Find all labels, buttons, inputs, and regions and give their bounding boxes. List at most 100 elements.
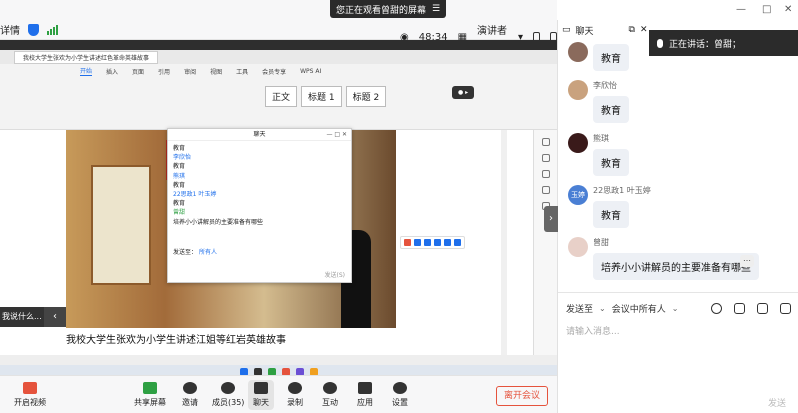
send-to-select[interactable]: 会议中所有人 — [612, 302, 666, 315]
style-heading2: 标题 2 — [345, 86, 387, 107]
shared-chat-line: 熊琪 — [173, 172, 186, 180]
shared-chat-send-to-label: 发送至： — [173, 249, 198, 256]
interact-icon — [323, 382, 337, 394]
sender-name: 熊琪 — [593, 134, 609, 143]
shared-chat-line: 教育 — [173, 200, 186, 208]
shared-chat-line: 教育 — [173, 181, 186, 189]
close-window-icon[interactable]: ✕ — [784, 4, 792, 15]
shared-chat-send-button: 发送(S) — [324, 272, 346, 279]
ribbon-tab: WPS AI — [300, 67, 322, 75]
meeting-title[interactable]: 详情 — [0, 22, 20, 37]
share-screen-button[interactable]: 共享屏幕 — [134, 382, 166, 408]
interact-button[interactable]: 互动 — [322, 382, 338, 408]
apps-label: 应用 — [357, 398, 373, 407]
shared-chat-window-controls: — □ ✕ — [326, 131, 347, 138]
minimize-icon[interactable]: — — [736, 4, 746, 15]
divider — [558, 292, 798, 293]
style-normal: 正文 — [265, 86, 298, 107]
chat-icon — [254, 382, 268, 394]
members-label: 成员(35) — [212, 398, 245, 407]
speaking-indicator: 正在讲话：曾甜； — [649, 30, 798, 56]
settings-button[interactable]: 设置 — [392, 382, 408, 408]
invite-icon — [183, 382, 197, 394]
avatar — [568, 80, 588, 100]
send-button[interactable]: 发送 — [768, 396, 786, 409]
message-input[interactable]: 请输入消息... — [566, 324, 620, 337]
mic-icon — [657, 38, 663, 48]
menu-icon[interactable]: ☰ — [432, 4, 440, 14]
shield-icon[interactable] — [28, 23, 39, 36]
members-button[interactable]: 成员(35) — [212, 382, 244, 408]
file-icon[interactable] — [757, 302, 768, 314]
popout-icon[interactable]: ⧉ — [629, 25, 635, 35]
meeting-window: 您正在观看曾甜的屏幕 ☰ 详情 ◉ 48:34 ▦ 演讲者视图 ▾ 我校大学生张… — [0, 0, 798, 413]
message-more-button[interactable]: … — [740, 255, 754, 267]
style-heading1: 标题 1 — [301, 86, 342, 107]
document-tabs: 我校大学生张欢为小学生讲述红色革命英雄故事 — [0, 50, 557, 64]
apps-button[interactable]: 应用 — [357, 382, 373, 408]
chat-collapse-button[interactable]: › — [544, 206, 558, 232]
close-icon[interactable]: ✕ — [640, 25, 648, 35]
camera-off-icon — [23, 382, 37, 394]
chat-header: ▭ 聊天 ⧉ ✕ — [558, 20, 658, 40]
share-screen-icon — [143, 382, 157, 394]
chevron-down-icon[interactable]: ⌄ — [672, 304, 679, 313]
screenshot-icon[interactable] — [780, 302, 791, 314]
subtitle-collapse-button[interactable]: ‹ — [44, 307, 66, 327]
shared-screen: 我校大学生张欢为小学生讲述红色革命英雄故事 开始 插入 页面 引用 审阅 视图 … — [0, 40, 557, 379]
toolbar-icon — [434, 239, 441, 246]
shared-chat-line: 李欣怡 — [173, 154, 192, 162]
chat-icon: ▭ — [562, 25, 571, 35]
shared-chat-line: 22思政1 叶玉婷 — [173, 191, 217, 199]
maximize-icon[interactable]: □ — [762, 4, 771, 15]
signal-icon[interactable] — [47, 24, 58, 35]
shared-chat-line: 教育 — [173, 163, 186, 171]
message-bubble: 教育 — [593, 44, 629, 71]
chat-title: 聊天 — [575, 26, 594, 37]
document-scrollbar — [501, 130, 507, 365]
apps-icon — [358, 382, 372, 394]
video-button-label: 开启视频 — [14, 398, 46, 407]
interact-label: 互动 — [322, 398, 338, 407]
record-button[interactable]: 录制 — [287, 382, 303, 408]
poster-image — [91, 165, 151, 285]
toolbar-icon — [424, 239, 431, 246]
rail-icon — [541, 154, 550, 162]
ribbon-tab: 工具 — [236, 68, 249, 76]
photo-caption: 我校大学生张欢为小学生讲述江姐等红岩英雄故事 — [66, 335, 286, 346]
shared-chat-messages: 教育 李欣怡 教育 熊琪 教育 22思政1 叶玉婷 教育 曾甜 培养小小讲解员的… — [168, 141, 351, 230]
video-button[interactable]: 开启视频 — [14, 382, 46, 408]
message-bubble: 教育 — [593, 149, 629, 176]
record-icon — [288, 382, 302, 394]
gear-icon — [393, 382, 407, 394]
leave-meeting-button[interactable]: 离开会议 — [496, 386, 548, 406]
message-bubble: 培养小小讲解员的主要准备有哪些 — [593, 253, 759, 280]
rail-icon — [541, 186, 550, 194]
ribbon-tab: 插入 — [106, 68, 119, 76]
avatar — [568, 237, 588, 257]
toolbar-icon — [454, 239, 461, 246]
shared-chat-line: 曾甜 — [173, 209, 186, 217]
chat-label: 聊天 — [253, 398, 269, 407]
share-screen-label: 共享屏幕 — [134, 398, 166, 407]
settings-label: 设置 — [392, 398, 408, 407]
style-gallery: 正文 标题 1 标题 2 — [265, 86, 387, 107]
invite-label: 邀请 — [182, 398, 198, 407]
rail-icon — [541, 170, 550, 178]
message-bubble: 教育 — [593, 201, 629, 228]
ribbon-tab: 引用 — [158, 68, 171, 76]
ribbon-menu: 开始 插入 页面 引用 审阅 视图 工具 会员专享 WPS AI — [0, 64, 557, 78]
chevron-down-icon[interactable]: ⌄ — [599, 304, 606, 313]
chat-panel: › ▭ 聊天 ⧉ ✕ 教育 李欣怡 教育 熊琪 教育 玉婷 22思政1 叶玉婷 … — [544, 20, 798, 413]
chat-button[interactable]: 聊天 — [248, 380, 274, 410]
doc-tab: 我校大学生张欢为小学生讲述红色革命英雄故事 — [14, 50, 159, 64]
ribbon-tab: 页面 — [132, 68, 145, 76]
invite-button[interactable]: 邀请 — [182, 382, 198, 408]
top-bar: 您正在观看曾甜的屏幕 ☰ 详情 ◉ 48:34 ▦ 演讲者视图 ▾ — [0, 0, 558, 52]
send-to-label: 发送至 — [566, 304, 594, 315]
sender-name: 李欣怡 — [593, 81, 617, 90]
sender-name: 曾甜 — [593, 238, 609, 247]
document-toolbar: 我校大学生张欢为小学生讲述红色革命英雄故事 开始 插入 页面 引用 审阅 视图 … — [0, 50, 557, 130]
image-icon[interactable] — [734, 302, 745, 314]
emoji-icon[interactable] — [711, 302, 722, 314]
